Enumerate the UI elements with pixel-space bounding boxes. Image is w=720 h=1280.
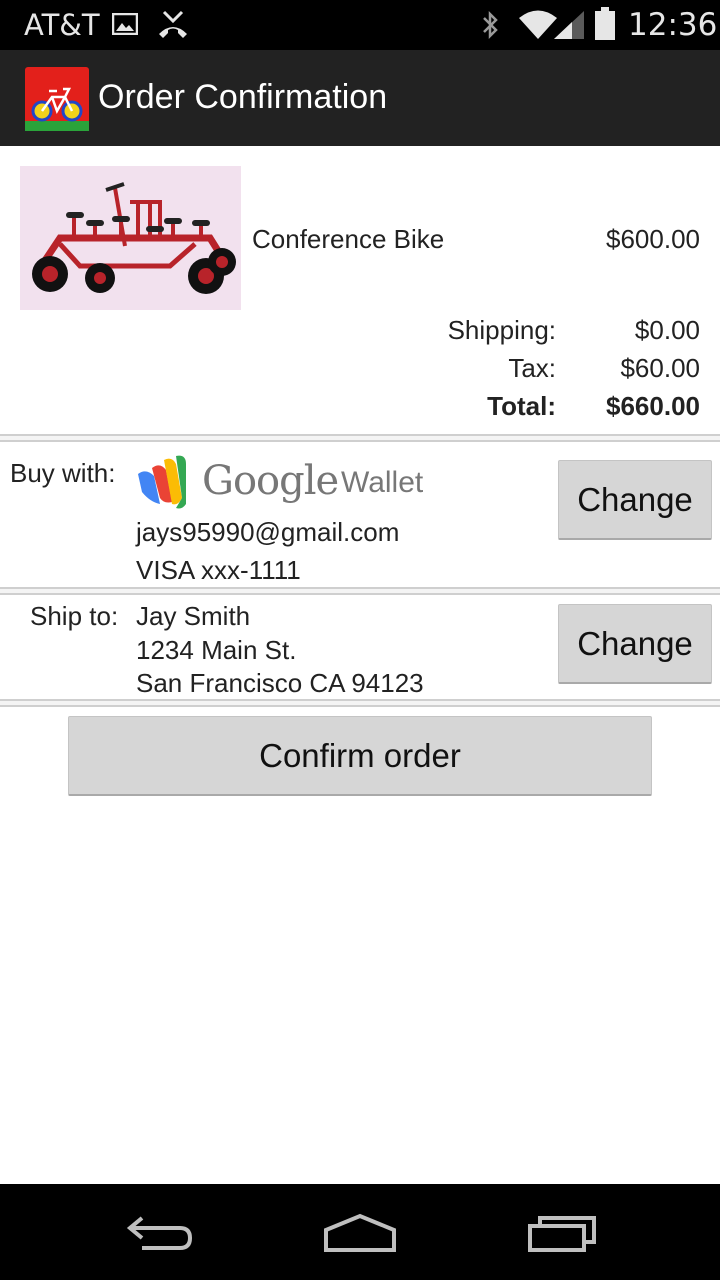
carrier-name: AT&T <box>24 8 100 42</box>
item-price: $600.00 <box>606 224 700 254</box>
payment-email: jays95990@gmail.com <box>136 517 400 547</box>
missed-call-icon <box>159 10 187 38</box>
tax-label: Tax: <box>508 353 556 383</box>
recent-apps-icon[interactable] <box>524 1210 600 1254</box>
page-title: Order Confirmation <box>98 78 388 116</box>
home-icon[interactable] <box>322 1210 398 1254</box>
back-icon[interactable] <box>122 1210 198 1254</box>
bike-app-logo-icon[interactable] <box>25 67 89 131</box>
item-name: Conference Bike <box>252 224 445 254</box>
divider <box>0 434 720 442</box>
bluetooth-icon <box>483 10 498 40</box>
wallet-wordmark: Wallet <box>341 466 424 499</box>
total-label: Total: <box>487 391 556 421</box>
battery-icon <box>595 7 615 40</box>
google-wallet-logo: Google Wallet <box>136 454 436 512</box>
ship-to-label: Ship to: <box>30 601 119 631</box>
shipping-name: Jay Smith <box>136 601 251 631</box>
product-image <box>20 166 241 310</box>
change-payment-button[interactable]: Change <box>558 460 712 540</box>
signal-icon <box>554 11 584 39</box>
total-value: $660.00 <box>606 391 700 421</box>
shipping-street: 1234 Main St. <box>136 635 297 665</box>
navigation-bar <box>0 1184 720 1280</box>
shipping-cost-value: $0.00 <box>634 315 700 345</box>
confirm-order-button[interactable]: Confirm order <box>68 716 652 796</box>
conference-bike-image <box>20 166 241 310</box>
payment-card: VISA xxx-1111 <box>136 555 301 585</box>
divider <box>0 699 720 707</box>
image-icon <box>112 13 138 35</box>
change-address-button[interactable]: Change <box>558 604 712 684</box>
action-bar: Order Confirmation <box>0 50 720 146</box>
buy-with-label: Buy with: <box>10 458 116 488</box>
shipping-cost-label: Shipping: <box>447 315 556 345</box>
google-wordmark: Google <box>202 458 339 504</box>
clock: 12:36 <box>628 7 718 43</box>
shipping-city: San Francisco CA 94123 <box>136 668 424 698</box>
wallet-icon <box>138 455 186 509</box>
tax-value: $60.00 <box>620 353 700 383</box>
divider <box>0 587 720 595</box>
status-bar: AT&T 12:36 <box>0 0 720 50</box>
